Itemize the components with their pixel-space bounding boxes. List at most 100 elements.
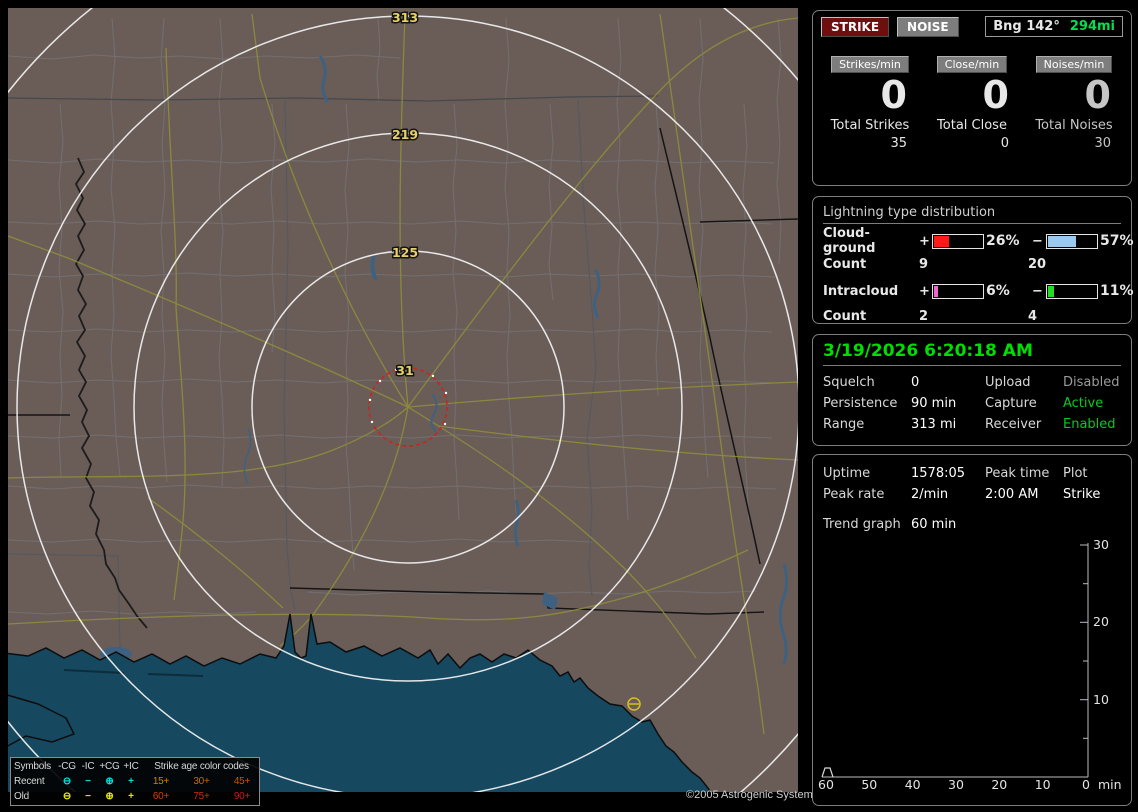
plot-value: Strike xyxy=(1063,486,1101,502)
recent-neg-ic-icon: − xyxy=(85,776,91,787)
receiver-label: Receiver xyxy=(985,416,1042,432)
legend-pos-ic-label: +IC xyxy=(123,761,139,772)
xtick-50: 50 xyxy=(861,777,877,792)
cg-positive-bar xyxy=(932,233,984,249)
xtick-20: 20 xyxy=(991,777,1007,792)
cg-negative-pct: 57% xyxy=(1100,233,1134,249)
cg-negative-bar-fill xyxy=(1048,235,1076,247)
cloud-ground-count-row: Count 9 20 xyxy=(813,252,1131,276)
squelch-label: Squelch xyxy=(823,374,875,390)
ring-label-125: 125 xyxy=(392,245,418,260)
xtick-0: 0 xyxy=(1082,777,1090,792)
trend-window-value: 60 min xyxy=(911,516,957,532)
legend-pos-cg-label: +CG xyxy=(99,761,120,772)
peak-time-value: 2:00 AM xyxy=(985,486,1039,502)
trend-graph: 30 20 10 60 50 40 30 20 10 0 min xyxy=(818,537,1122,792)
trend-axes xyxy=(822,543,1089,778)
stats-row: Uptime 1578:05 Peak time Plot xyxy=(813,463,1131,483)
minus-sign: − xyxy=(1032,283,1043,299)
noises-column: Noises/min 0 Total Noises 30 xyxy=(1023,53,1125,151)
bearing-distance: 294mi xyxy=(1069,19,1115,34)
ic-negative-bar-fill xyxy=(1048,285,1054,297)
status-row: Range 313 mi Receiver Enabled xyxy=(813,414,1131,434)
peak-time-label: Peak time xyxy=(985,465,1050,481)
counter-columns: Strikes/min 0 Total Strikes 35 Close/min… xyxy=(813,53,1131,151)
ic-positive-bar xyxy=(932,283,984,299)
strike-button[interactable]: STRIKE xyxy=(821,16,890,37)
count-label: Count xyxy=(823,256,867,272)
noises-per-min-button[interactable]: Noises/min xyxy=(1035,56,1113,73)
legend-neg-ic-label: -IC xyxy=(81,761,95,772)
mode-button-row: STRIKE NOISE Bng 142° 294mi xyxy=(813,11,1131,37)
total-close-value: 0 xyxy=(1000,136,1009,151)
ytick-10: 10 xyxy=(1093,692,1109,707)
map-canvas: 313 219 125 31 xyxy=(8,8,798,792)
total-strikes-label: Total Strikes xyxy=(830,118,910,133)
recent-neg-cg-icon: ⊖ xyxy=(62,776,72,787)
ic-positive-pct: 6% xyxy=(986,283,1010,299)
age-30-label: 30+ xyxy=(193,776,210,787)
legend-age-title: Strike age color codes xyxy=(154,761,249,772)
stats-row: Peak rate 2/min 2:00 AM Strike xyxy=(813,484,1131,504)
recent-pos-ic-icon: + xyxy=(128,776,134,787)
age-45-label: 45+ xyxy=(233,776,251,787)
cg-positive-count: 9 xyxy=(919,256,929,272)
close-per-min-button[interactable]: Close/min xyxy=(936,56,1008,73)
total-strikes-value: 35 xyxy=(890,136,907,151)
ring-label-219: 219 xyxy=(392,127,418,142)
ytick-30: 30 xyxy=(1093,537,1109,552)
legend-recent-row: Recent ⊖ − ⊕ + 15+ 30+ 45+ xyxy=(14,774,256,789)
trend-graph-label: Trend graph xyxy=(823,516,901,532)
upload-label: Upload xyxy=(985,374,1031,390)
ring-label-31: 31 xyxy=(396,363,413,378)
xtick-60: 60 xyxy=(818,777,834,792)
lightning-map[interactable]: 313 219 125 31 xyxy=(8,8,798,792)
intracloud-row: Intracloud + 6% − 11% xyxy=(813,278,1134,304)
plus-sign: + xyxy=(919,233,930,249)
upload-value: Disabled xyxy=(1063,374,1120,390)
trend-row: Trend graph 60 min xyxy=(813,514,1131,534)
old-pos-cg-icon: ⊕ xyxy=(105,791,114,802)
ic-negative-count: 4 xyxy=(1028,308,1038,324)
distribution-title: Lightning type distribution xyxy=(823,205,1121,224)
range-label: Range xyxy=(823,416,865,432)
age-60-label: 60+ xyxy=(152,791,170,802)
status-panel: 3/19/2026 6:20:18 AM Squelch 0 Upload Di… xyxy=(812,334,1132,446)
status-row: Persistence 90 min Capture Active xyxy=(813,393,1131,413)
status-row: Squelch 0 Upload Disabled xyxy=(813,372,1131,392)
legend-symbols-label: Symbols xyxy=(14,761,51,772)
peak-rate-label: Peak rate xyxy=(823,486,885,502)
legend-old-row: Old ⊖ − ⊕ + 60+ 75+ 90+ xyxy=(14,789,256,804)
noise-button[interactable]: NOISE xyxy=(897,16,959,37)
x-unit-label: min xyxy=(1098,777,1122,792)
cloud-ground-label: Cloud-ground xyxy=(823,226,876,256)
total-noises-label: Total Noises xyxy=(1035,118,1113,133)
xtick-30: 30 xyxy=(948,777,964,792)
xtick-10: 10 xyxy=(1035,777,1051,792)
noises-per-min-value: 0 xyxy=(1084,73,1111,117)
strikes-per-min-button[interactable]: Strikes/min xyxy=(831,56,909,73)
xtick-40: 40 xyxy=(905,777,921,792)
strikes-per-min-value: 0 xyxy=(880,73,907,117)
ic-positive-count: 2 xyxy=(919,308,929,324)
capture-value: Active xyxy=(1063,395,1104,411)
legend-header-row: Symbols -CG -IC +CG +IC Strike age color… xyxy=(14,759,256,774)
legend-old-label: Old xyxy=(14,791,29,802)
uptime-label: Uptime xyxy=(823,465,871,481)
trend-spike xyxy=(821,767,834,778)
age-75-label: 75+ xyxy=(193,791,210,802)
ic-negative-pct: 11% xyxy=(1100,283,1134,299)
intracloud-count-row: Count 2 4 xyxy=(813,304,1131,328)
old-neg-cg-icon: ⊖ xyxy=(62,791,72,802)
close-per-min-value: 0 xyxy=(982,73,1009,117)
ytick-20: 20 xyxy=(1093,614,1109,629)
count-label: Count xyxy=(823,308,867,324)
persistence-label: Persistence xyxy=(823,395,898,411)
capture-label: Capture xyxy=(985,395,1037,411)
total-close-label: Total Close xyxy=(937,118,1007,133)
distribution-panel: Lightning type distribution Cloud-ground… xyxy=(812,196,1134,324)
persistence-value: 90 min xyxy=(911,395,957,411)
bearing-value: Bng 142° xyxy=(993,19,1060,34)
receiver-value: Enabled xyxy=(1063,416,1116,432)
minus-sign: − xyxy=(1032,233,1043,249)
